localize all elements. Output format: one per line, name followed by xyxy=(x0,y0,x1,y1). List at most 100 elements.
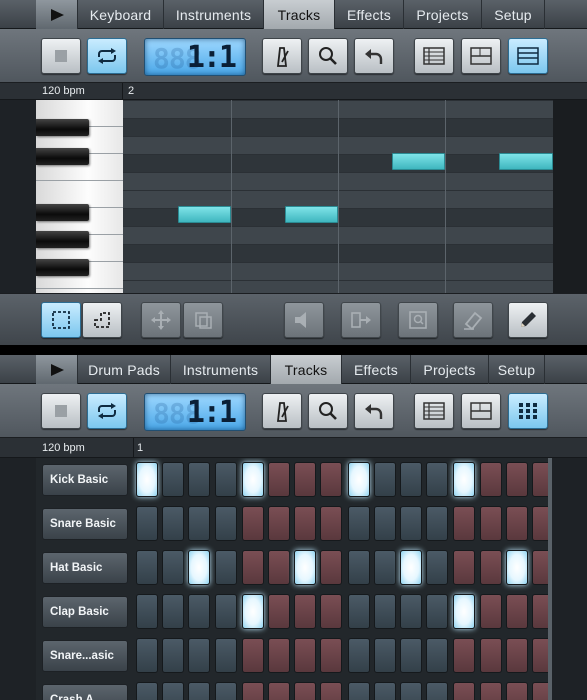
step-pad[interactable] xyxy=(188,594,210,629)
step-pad[interactable] xyxy=(348,594,370,629)
track-list-view-button[interactable] xyxy=(414,393,454,429)
step-pad[interactable] xyxy=(374,550,396,585)
metronome-button[interactable] xyxy=(262,38,302,74)
step-pad[interactable] xyxy=(506,594,528,629)
step-pad[interactable] xyxy=(268,638,290,673)
metronome-button[interactable] xyxy=(262,393,302,429)
step-pad[interactable] xyxy=(136,506,158,541)
step-pad[interactable] xyxy=(215,462,237,497)
instrument-button[interactable]: Clap Basic xyxy=(42,596,128,628)
black-key[interactable] xyxy=(36,119,89,136)
step-pad[interactable] xyxy=(374,682,396,700)
step-pad[interactable] xyxy=(242,550,264,585)
step-pad[interactable] xyxy=(480,638,502,673)
step-pad[interactable] xyxy=(453,506,475,541)
step-pad[interactable] xyxy=(136,682,158,700)
step-pad-active[interactable] xyxy=(348,462,370,497)
step-pad[interactable] xyxy=(268,462,290,497)
note-grid[interactable] xyxy=(123,100,553,293)
step-pad[interactable] xyxy=(374,638,396,673)
tab-instruments[interactable]: Instruments xyxy=(164,0,264,29)
move-tool-button[interactable] xyxy=(141,302,181,338)
select-tool-button[interactable] xyxy=(41,302,81,338)
step-pad[interactable] xyxy=(320,462,342,497)
step-pad[interactable] xyxy=(136,638,158,673)
undo-button[interactable] xyxy=(354,38,394,74)
step-pad-active[interactable] xyxy=(453,594,475,629)
step-pad[interactable] xyxy=(268,682,290,700)
tab-effects[interactable]: Effects xyxy=(335,0,404,29)
step-pad[interactable] xyxy=(268,506,290,541)
vertical-scrollbar[interactable] xyxy=(548,458,552,700)
step-pad[interactable] xyxy=(162,682,184,700)
step-pad[interactable] xyxy=(268,594,290,629)
step-pad[interactable] xyxy=(426,462,448,497)
track-list-view-button[interactable] xyxy=(414,38,454,74)
step-pad-active[interactable] xyxy=(506,550,528,585)
step-pad[interactable] xyxy=(506,462,528,497)
step-pad[interactable] xyxy=(188,638,210,673)
black-key[interactable] xyxy=(36,204,89,221)
tab-tracks[interactable]: Tracks xyxy=(271,355,342,384)
draw-tool-button[interactable] xyxy=(508,302,548,338)
step-pad[interactable] xyxy=(162,462,184,497)
step-pad[interactable] xyxy=(480,506,502,541)
step-pad[interactable] xyxy=(215,506,237,541)
step-pad[interactable] xyxy=(400,594,422,629)
step-pad[interactable] xyxy=(294,462,316,497)
step-pad[interactable] xyxy=(453,638,475,673)
step-pad[interactable] xyxy=(506,682,528,700)
loop-button[interactable] xyxy=(87,393,127,429)
quantize-button[interactable] xyxy=(398,302,438,338)
step-pad[interactable] xyxy=(506,506,528,541)
step-pad[interactable] xyxy=(294,594,316,629)
step-pad[interactable] xyxy=(294,682,316,700)
tab-projects[interactable]: Projects xyxy=(411,355,489,384)
step-pad[interactable] xyxy=(426,638,448,673)
step-pad[interactable] xyxy=(215,550,237,585)
undo-button[interactable] xyxy=(354,393,394,429)
lasso-tool-button[interactable] xyxy=(82,302,122,338)
step-pad[interactable] xyxy=(162,594,184,629)
step-pad[interactable] xyxy=(400,462,422,497)
step-pad[interactable] xyxy=(268,550,290,585)
step-pad[interactable] xyxy=(188,506,210,541)
tab-projects[interactable]: Projects xyxy=(404,0,482,29)
tab-effects[interactable]: Effects xyxy=(342,355,411,384)
tab-instruments[interactable]: Instruments xyxy=(171,355,271,384)
step-pad-active[interactable] xyxy=(400,550,422,585)
step-pad[interactable] xyxy=(506,638,528,673)
erase-tool-button[interactable] xyxy=(453,302,493,338)
step-pad[interactable] xyxy=(374,506,396,541)
black-key[interactable] xyxy=(36,259,89,276)
step-pad[interactable] xyxy=(374,462,396,497)
instrument-button[interactable]: Crash A xyxy=(42,684,128,700)
step-pad[interactable] xyxy=(400,682,422,700)
step-pad-active[interactable] xyxy=(136,462,158,497)
tab-setup[interactable]: Setup xyxy=(489,355,545,384)
play-button[interactable] xyxy=(36,355,78,384)
step-pad[interactable] xyxy=(162,506,184,541)
step-pad[interactable] xyxy=(426,550,448,585)
velocity-button[interactable] xyxy=(284,302,324,338)
paste-button[interactable] xyxy=(183,302,223,338)
instrument-button[interactable]: Kick Basic xyxy=(42,464,128,496)
step-pad[interactable] xyxy=(242,506,264,541)
tab-tracks[interactable]: Tracks xyxy=(264,0,335,29)
step-pad[interactable] xyxy=(348,550,370,585)
step-pad[interactable] xyxy=(136,550,158,585)
step-pad[interactable] xyxy=(294,638,316,673)
step-pad[interactable] xyxy=(320,682,342,700)
instrument-button[interactable]: Hat Basic xyxy=(42,552,128,584)
step-pad[interactable] xyxy=(320,550,342,585)
instrument-button[interactable]: Snare...asic xyxy=(42,640,128,672)
slide-button[interactable] xyxy=(341,302,381,338)
midi-note[interactable] xyxy=(499,153,553,170)
loop-button[interactable] xyxy=(87,38,127,74)
black-key[interactable] xyxy=(36,231,89,248)
split-view-button[interactable] xyxy=(461,38,501,74)
step-pad[interactable] xyxy=(480,550,502,585)
step-pad[interactable] xyxy=(215,638,237,673)
tab-drum-pads[interactable]: Drum Pads xyxy=(78,355,171,384)
zoom-button[interactable] xyxy=(308,38,348,74)
